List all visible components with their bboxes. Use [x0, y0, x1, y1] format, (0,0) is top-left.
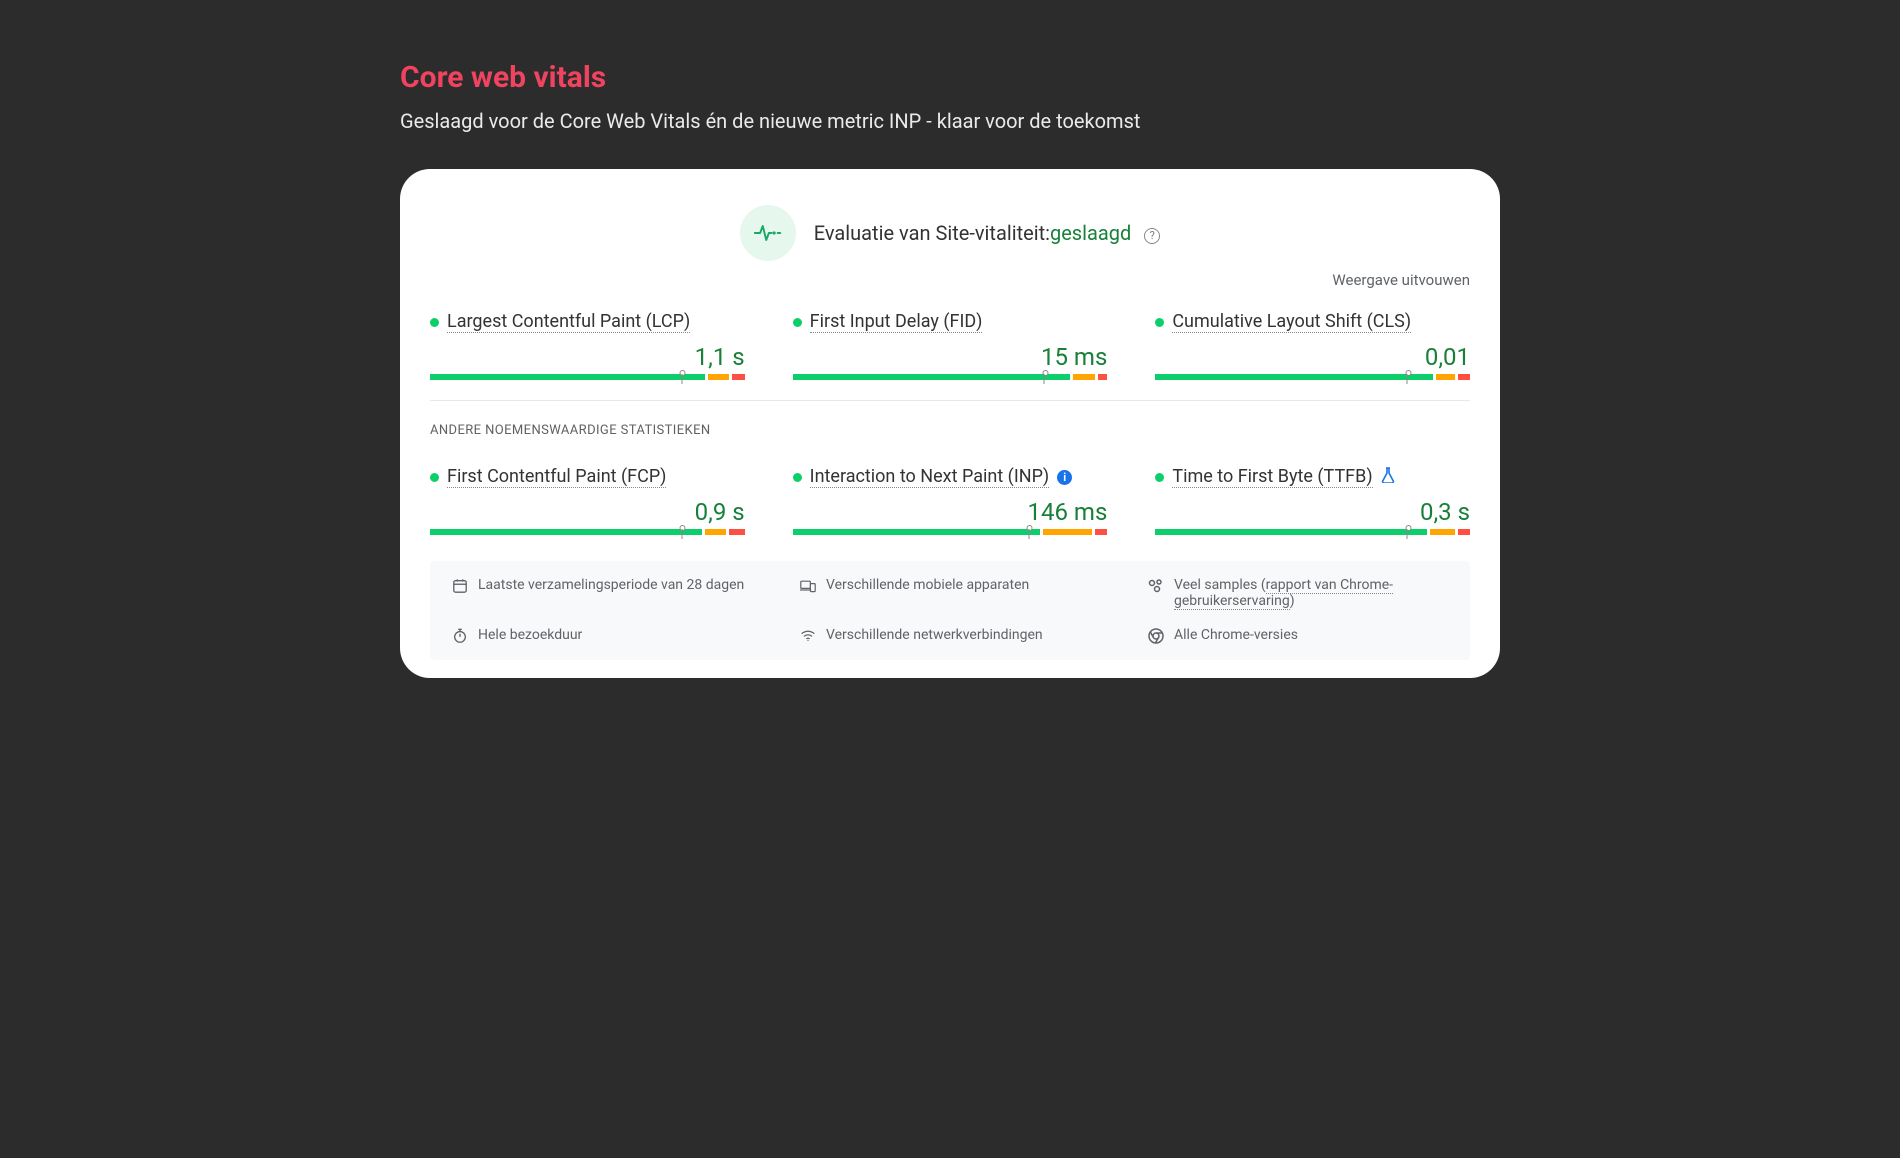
metric-name[interactable]: Time to First Byte (TTFB) [1172, 466, 1372, 488]
page-title: Core web vitals [400, 60, 1500, 95]
marker-icon [1403, 525, 1412, 539]
other-metrics-row: First Contentful Paint (FCP) 0,9 s Inter… [430, 466, 1470, 535]
expand-view-link[interactable]: Weergave uitvouwen [430, 271, 1470, 289]
footer-text: Hele bezoekduur [478, 627, 582, 643]
samples-icon [1148, 578, 1164, 594]
info-icon[interactable]: i [1057, 470, 1072, 485]
core-metrics-row: Largest Contentful Paint (LCP) 1,1 s Fir… [430, 311, 1470, 380]
metric-value: 0,3 s [1155, 498, 1470, 526]
metric-lcp: Largest Contentful Paint (LCP) 1,1 s [430, 311, 745, 380]
wifi-icon [800, 628, 816, 644]
devices-icon [800, 578, 816, 594]
marker-icon [677, 370, 686, 384]
assessment-result: geslaagd [1050, 221, 1131, 245]
metric-ttfb: Time to First Byte (TTFB) 0,3 s [1155, 466, 1470, 535]
other-stats-heading: ANDERE NOEMENSWAARDIGE STATISTIEKEN [430, 423, 1470, 438]
metric-value: 0,01 [1155, 343, 1470, 371]
distribution-bar [793, 529, 1108, 535]
metric-fcp: First Contentful Paint (FCP) 0,9 s [430, 466, 745, 535]
status-dot-icon [1155, 473, 1164, 482]
metric-name[interactable]: First Contentful Paint (FCP) [447, 466, 666, 488]
context-footer: Laatste verzamelingsperiode van 28 dagen… [430, 561, 1470, 660]
distribution-bar [1155, 374, 1470, 380]
divider [430, 400, 1470, 401]
distribution-bar [793, 374, 1108, 380]
metric-value: 0,9 s [430, 498, 745, 526]
status-dot-icon [430, 318, 439, 327]
distribution-bar [1155, 529, 1470, 535]
metric-name[interactable]: First Input Delay (FID) [810, 311, 983, 333]
flask-icon[interactable] [1381, 467, 1395, 487]
status-dot-icon [793, 473, 802, 482]
marker-icon [1403, 370, 1412, 384]
metric-value: 1,1 s [430, 343, 745, 371]
vitals-card: Evaluatie van Site-vitaliteit:geslaagd ?… [400, 169, 1500, 678]
footer-text: Laatste verzamelingsperiode van 28 dagen [478, 577, 744, 593]
footer-session: Hele bezoekduur [452, 627, 752, 644]
footer-text: Alle Chrome-versies [1174, 627, 1298, 643]
metric-name[interactable]: Interaction to Next Paint (INP) [810, 466, 1050, 488]
assessment-text: Evaluatie van Site-vitaliteit:geslaagd ? [814, 221, 1160, 245]
help-icon[interactable]: ? [1144, 228, 1160, 244]
stopwatch-icon [452, 628, 468, 644]
metric-name[interactable]: Cumulative Layout Shift (CLS) [1172, 311, 1411, 333]
marker-icon [1040, 370, 1049, 384]
calendar-icon [452, 578, 468, 594]
status-dot-icon [1155, 318, 1164, 327]
metric-inp: Interaction to Next Paint (INP) i 146 ms [793, 466, 1108, 535]
metric-value: 15 ms [793, 343, 1108, 371]
assessment-label: Evaluatie van Site-vitaliteit: [814, 221, 1050, 245]
distribution-bar [430, 529, 745, 535]
marker-icon [677, 525, 686, 539]
metric-cls: Cumulative Layout Shift (CLS) 0,01 [1155, 311, 1470, 380]
status-dot-icon [793, 318, 802, 327]
footer-collection-period: Laatste verzamelingsperiode van 28 dagen [452, 577, 752, 609]
pulse-icon [740, 205, 796, 261]
footer-text: Veel samples (rapport van Chrome-gebruik… [1174, 577, 1448, 609]
status-dot-icon [430, 473, 439, 482]
footer-versions: Alle Chrome-versies [1148, 627, 1448, 644]
metric-fid: First Input Delay (FID) 15 ms [793, 311, 1108, 380]
footer-samples: Veel samples (rapport van Chrome-gebruik… [1148, 577, 1448, 609]
metric-value: 146 ms [793, 498, 1108, 526]
distribution-bar [430, 374, 745, 380]
assessment-header: Evaluatie van Site-vitaliteit:geslaagd ? [430, 205, 1470, 261]
page-subtitle: Geslaagd voor de Core Web Vitals én de n… [400, 109, 1500, 133]
footer-text: Verschillende netwerkverbindingen [826, 627, 1043, 643]
chrome-icon [1148, 628, 1164, 644]
footer-text: Verschillende mobiele apparaten [826, 577, 1029, 593]
metric-name[interactable]: Largest Contentful Paint (LCP) [447, 311, 690, 333]
footer-networks: Verschillende netwerkverbindingen [800, 627, 1100, 644]
marker-icon [1024, 525, 1033, 539]
footer-devices: Verschillende mobiele apparaten [800, 577, 1100, 609]
